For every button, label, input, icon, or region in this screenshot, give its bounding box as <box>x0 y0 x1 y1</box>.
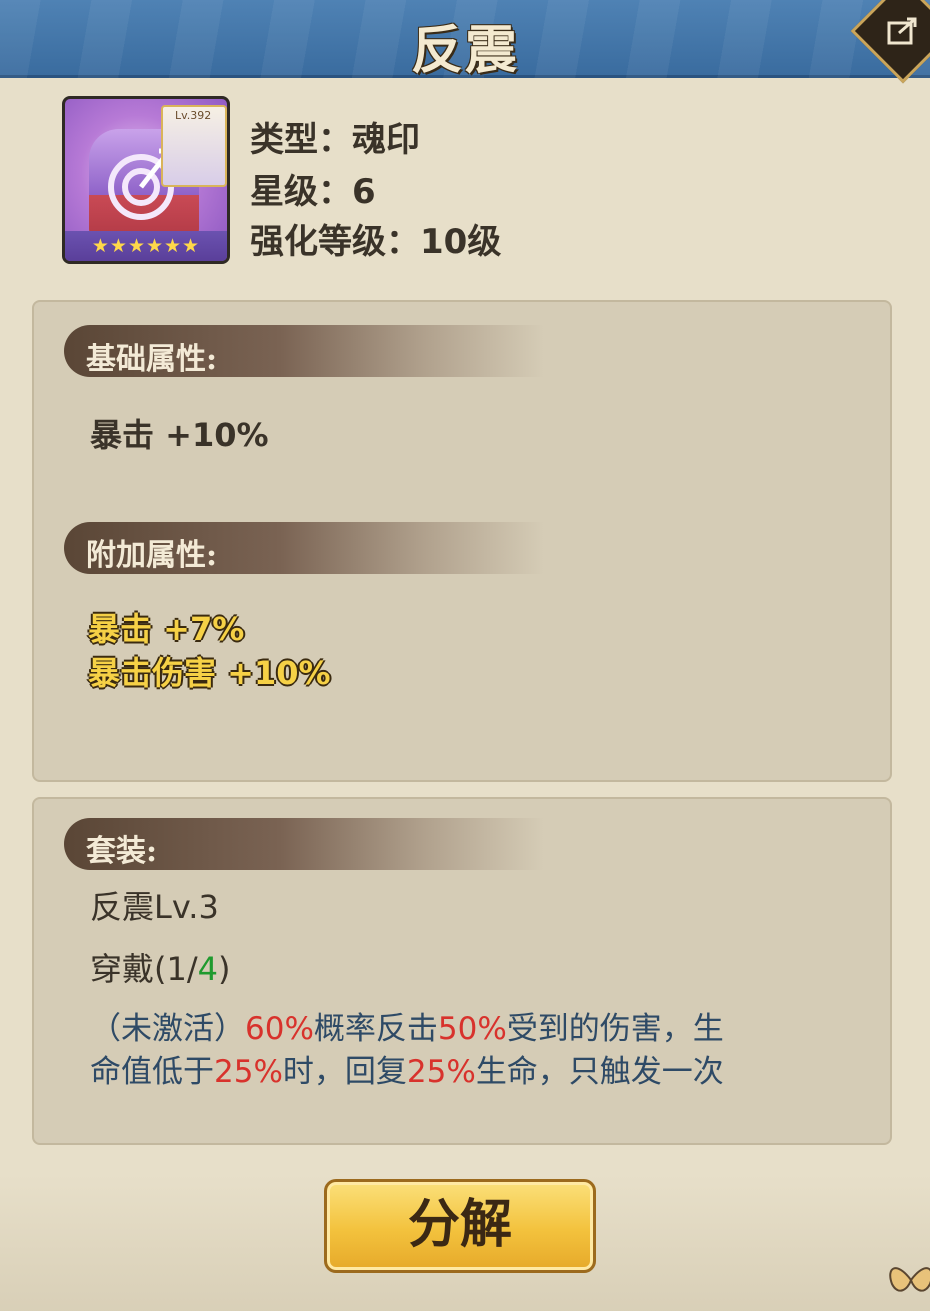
desc-value: 25% <box>406 1054 476 1090</box>
extra-stat-line: 暴击伤害 +10% <box>88 654 331 692</box>
decompose-button[interactable]: 分解 <box>324 1179 596 1273</box>
desc-text: 受到的伤害，生 <box>506 1011 724 1047</box>
level-badge: Lv.392 <box>175 109 212 122</box>
set-wear-count: 穿戴(1/4) <box>90 944 230 990</box>
set-title: 套装: <box>86 834 158 869</box>
base-attributes-title: 基础属性: <box>86 342 218 377</box>
desc-value: 60% <box>245 1011 314 1047</box>
base-stat-line: 暴击 +10% <box>90 416 269 454</box>
share-icon <box>887 17 917 45</box>
butterfly-icon <box>889 1267 930 1292</box>
extra-stat-line: 暴击 +7% <box>88 610 245 648</box>
star-rating: ★★★★★★ <box>65 231 227 261</box>
extra-attributes-title: 附加属性: <box>86 538 218 573</box>
wear-required-count: 4 <box>197 950 218 988</box>
desc-text: 命值低于 <box>90 1054 214 1090</box>
item-star-level: 星级：6 <box>250 172 376 212</box>
soul-seal-icon: Lv.392 ★★★★★★ <box>62 96 230 264</box>
page-title: 反震 <box>410 20 519 81</box>
wear-suffix: ) <box>218 950 231 988</box>
desc-value: 25% <box>214 1054 283 1090</box>
desc-text: 时，回复 <box>282 1054 407 1090</box>
desc-text: 概率反击 <box>313 1011 438 1047</box>
desc-text: （未激活） <box>90 1011 245 1047</box>
set-name: 反震Lv.3 <box>90 888 219 926</box>
item-type: 类型：魂印 <box>250 120 420 160</box>
desc-text: 生命，只触发一次 <box>475 1054 724 1090</box>
item-enhance-level: 强化等级：10级 <box>250 222 502 262</box>
wear-prefix: 穿戴(1/ <box>90 950 198 988</box>
set-effect-description: （未激活）60%概率反击50%受到的伤害，生 命值低于25%时，回复25%生命，… <box>90 1008 810 1094</box>
desc-value: 50% <box>437 1011 507 1047</box>
